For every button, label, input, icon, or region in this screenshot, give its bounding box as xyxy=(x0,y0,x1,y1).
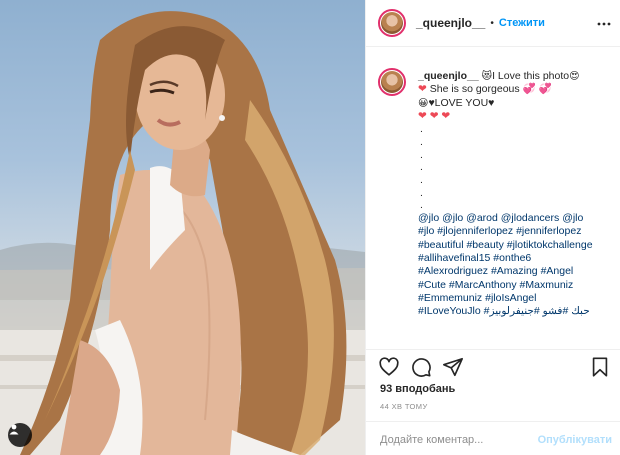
post-header: _queenjlo__ • Стежити xyxy=(366,0,620,47)
comment-input[interactable] xyxy=(380,434,540,446)
grin-emoji: 😀 xyxy=(418,97,429,109)
heart-outline-icon[interactable] xyxy=(378,356,400,378)
post-photo[interactable] xyxy=(0,0,365,455)
paper-plane-icon[interactable] xyxy=(442,356,464,378)
comment-bubble-icon[interactable] xyxy=(410,356,432,378)
separator-dot: • xyxy=(490,17,494,29)
heart-eyes-emoji: 😍 xyxy=(569,71,580,82)
dot-lines: . . . . . . . xyxy=(418,123,614,212)
caption-line-3: LOVE YOU xyxy=(434,96,489,109)
caption-line-2: She is so gorgeous xyxy=(429,83,520,96)
caption-avatar[interactable] xyxy=(378,68,406,96)
hashtag-line[interactable]: #Alexrodriguez #Amazing #Angel xyxy=(418,265,614,278)
photo-illustration xyxy=(0,11,365,455)
dot-line: . xyxy=(420,148,423,161)
more-dots-icon[interactable] xyxy=(596,16,612,32)
hashtag-line[interactable]: #jlo #jlojenniferlopez #jenniferlopez xyxy=(418,225,614,238)
hashtag-line[interactable]: #Cute #MarcAnthony #Maxmuniz xyxy=(418,279,614,292)
hashtag-line[interactable]: #allihavefinal15 #onthe6 xyxy=(418,252,614,265)
dot-line: . xyxy=(420,123,423,136)
user-tag-button[interactable] xyxy=(8,423,32,447)
hashtag-line[interactable]: @jlo @jlo @arod @jlodancers @jlo xyxy=(418,212,614,225)
heart-suit-emoji: ♥ xyxy=(488,96,495,109)
dot-line: . xyxy=(420,135,423,148)
publish-button[interactable]: Опублікувати xyxy=(538,434,612,446)
avatar[interactable] xyxy=(378,9,406,37)
header-username[interactable]: _queenjlo__ xyxy=(416,16,485,30)
red-hearts-emoji: ❤ ❤ ❤ xyxy=(418,109,451,122)
caption-username[interactable]: _queenjlo__ xyxy=(418,70,479,82)
dot-line: . xyxy=(420,186,423,199)
dot-line: . xyxy=(420,161,423,174)
comment-bar: Опублікувати xyxy=(366,421,620,455)
dot-line: . xyxy=(420,199,423,212)
instagram-post: _queenjlo__ • Стежити _queenjlo__ 😻I Lov… xyxy=(0,0,620,455)
post-sidebar: _queenjlo__ • Стежити _queenjlo__ 😻I Lov… xyxy=(365,0,620,455)
follow-button[interactable]: Стежити xyxy=(499,17,545,29)
heart-emoji: ❤ xyxy=(418,83,427,96)
user-tag-icon xyxy=(9,424,19,435)
bookmark-icon[interactable] xyxy=(590,356,610,378)
caption-text: _queenjlo__ 😻I Love this photo😍 ❤ She is… xyxy=(418,70,614,318)
dot-line: . xyxy=(420,174,423,186)
post-time[interactable]: 44 хв тому xyxy=(380,402,428,411)
caption-area: _queenjlo__ 😻I Love this photo😍 ❤ She is… xyxy=(366,58,620,348)
likes-count[interactable]: 93 вподобань xyxy=(380,383,455,395)
hashtag-line[interactable]: #beautiful #beauty #jlotiktokchallenge xyxy=(418,239,614,252)
caption-line-1: I Love this photo xyxy=(492,70,570,82)
hashtag-line[interactable]: #ILoveYouJlo #حبك #فشو #جنيفرلوبيز xyxy=(418,305,614,318)
hearts-emoji: 💞 💞 xyxy=(522,83,552,96)
heart-eyes-cat-emoji: 😻 xyxy=(481,71,493,82)
hashtag-line[interactable]: #Emmemuniz #jloIsAngel xyxy=(418,292,614,305)
hashtags: @jlo @jlo @arod @jlodancers @jlo #jlo #j… xyxy=(418,212,614,318)
